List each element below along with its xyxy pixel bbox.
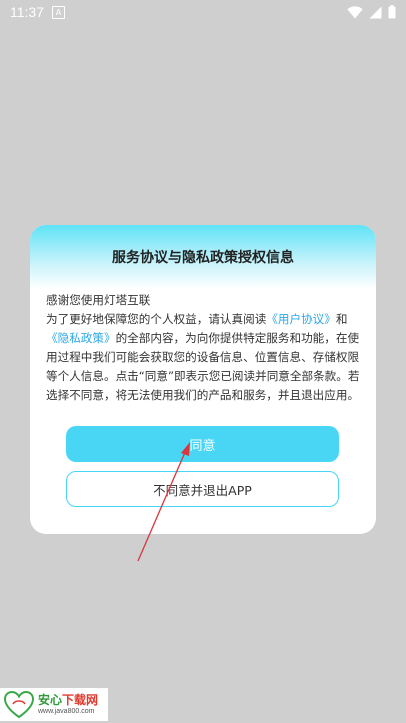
status-left: 11:37 A <box>10 4 65 20</box>
notification-icon: A <box>52 5 65 19</box>
agree-button[interactable]: 同意 <box>66 426 339 462</box>
body-text-and: 和 <box>335 312 348 326</box>
privacy-policy-link[interactable]: 《隐私政策》 <box>46 331 116 345</box>
wifi-icon <box>347 5 363 19</box>
dialog-title: 服务协议与隐私政策授权信息 <box>112 250 294 266</box>
consent-dialog: 服务协议与隐私政策授权信息 感谢您使用灯塔互联 为了更好地保障您的个人权益，请认… <box>30 225 376 534</box>
watermark-text: 安心下载网 www.java800.com <box>38 694 98 715</box>
dialog-body: 感谢您使用灯塔互联 为了更好地保障您的个人权益，请认真阅读《用户协议》和《隐私政… <box>30 289 376 405</box>
greeting-text: 感谢您使用灯塔互联 <box>46 293 151 307</box>
status-right <box>347 5 396 19</box>
body-text-part1: 为了更好地保障您的个人权益，请认真阅读 <box>46 312 267 326</box>
watermark-title-left: 安心 <box>38 693 63 707</box>
cellular-signal-icon <box>369 6 382 19</box>
status-bar: 11:37 A <box>0 0 406 24</box>
consent-paragraph: 为了更好地保障您的个人权益，请认真阅读《用户协议》和《隐私政策》的全部内容，为向… <box>46 310 360 405</box>
heart-logo-icon <box>3 690 35 719</box>
battery-icon <box>388 5 396 19</box>
site-watermark: 安心下载网 www.java800.com <box>0 688 108 721</box>
dialog-header: 服务协议与隐私政策授权信息 <box>30 225 376 289</box>
user-agreement-link[interactable]: 《用户协议》 <box>266 312 336 326</box>
disagree-exit-button[interactable]: 不同意并退出APP <box>66 471 339 507</box>
watermark-url: www.java800.com <box>38 708 95 715</box>
status-time: 11:37 <box>10 4 44 20</box>
watermark-title: 安心下载网 <box>38 694 98 706</box>
watermark-title-right: 下载网 <box>62 693 99 707</box>
